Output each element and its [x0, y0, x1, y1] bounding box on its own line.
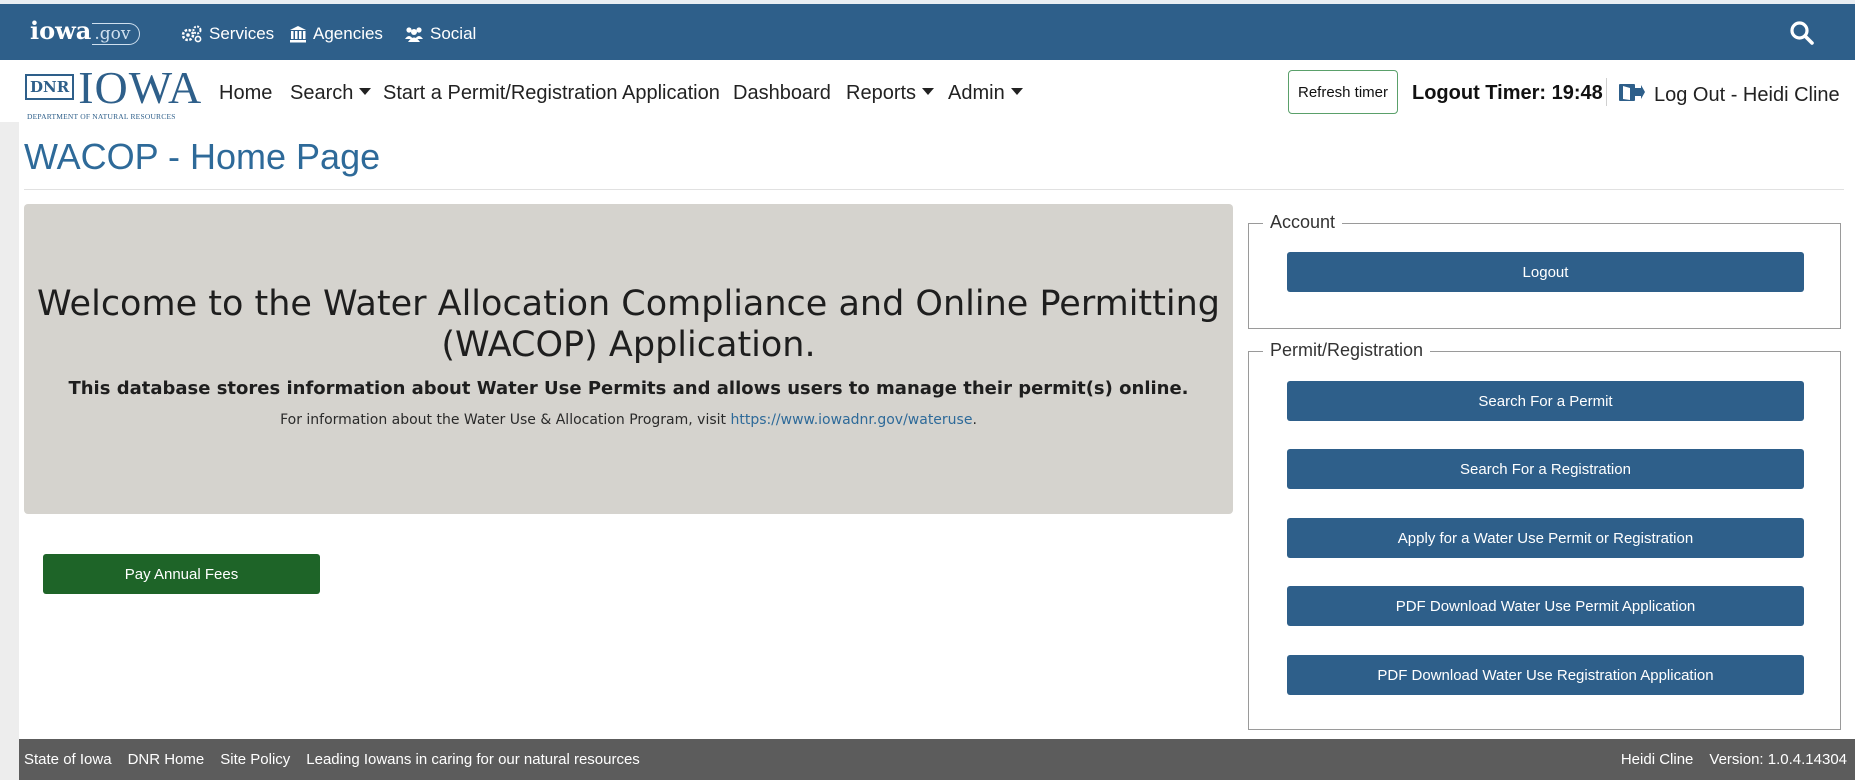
chevron-down-icon — [359, 88, 372, 96]
search-permit-button[interactable]: Search For a Permit — [1287, 381, 1804, 421]
nav-start-application[interactable]: Start a Permit/Registration Application — [383, 82, 720, 105]
nav-home-label: Home — [219, 82, 273, 104]
pdf-permit-application-button[interactable]: PDF Download Water Use Permit Applicatio… — [1287, 586, 1804, 626]
nav-reports-dropdown[interactable]: Reports — [846, 82, 935, 105]
nav-reports-label: Reports — [846, 82, 917, 104]
footer-version: Version: 1.0.4.14304 — [1709, 751, 1847, 768]
account-fieldset: Account Logout — [1248, 212, 1841, 329]
wateruse-link[interactable]: https://www.iowadnr.gov/wateruse — [730, 412, 972, 428]
footer-right: Heidi Cline Version: 1.0.4.14304 — [1621, 751, 1847, 768]
welcome-jumbotron: Welcome to the Water Allocation Complian… — [24, 204, 1233, 514]
title-divider — [24, 189, 1844, 190]
people-icon — [404, 25, 424, 43]
chevron-down-icon — [1010, 88, 1023, 96]
logout-button[interactable]: Logout — [1287, 252, 1804, 292]
search-registration-button[interactable]: Search For a Registration — [1287, 449, 1804, 489]
welcome-lead: This database stores information about W… — [68, 378, 1189, 399]
welcome-info: For information about the Water Use & Al… — [24, 412, 1233, 428]
footer-tagline: Leading Iowans in caring for our natural… — [306, 751, 640, 768]
permit-registration-legend: Permit/Registration — [1263, 340, 1431, 361]
logout-link-label: Log Out - Heidi Cline — [1654, 83, 1840, 106]
iowa-gov-logo[interactable]: iowa .gov — [30, 16, 141, 45]
nav-dashboard[interactable]: Dashboard — [733, 82, 831, 105]
dnr-logo-mark: DNR — [25, 74, 75, 100]
page-title: WACOP - Home Page — [24, 136, 381, 177]
chevron-down-icon — [922, 88, 935, 96]
nav-home[interactable]: Home — [219, 82, 272, 105]
iowa-logo-suffix: .gov — [92, 23, 141, 45]
nav-admin-dropdown[interactable]: Admin — [948, 82, 1023, 105]
social-link[interactable]: Social — [404, 24, 476, 44]
welcome-heading-line1: Welcome to the Water Allocation Complian… — [37, 284, 1220, 324]
welcome-heading: Welcome to the Water Allocation Complian… — [24, 284, 1233, 366]
dnr-logo-word: IOWA — [78, 62, 203, 113]
pay-annual-fees-button[interactable]: Pay Annual Fees — [43, 554, 320, 594]
logout-link[interactable]: Log Out - Heidi Cline — [1618, 82, 1840, 108]
nav-dashboard-label: Dashboard — [733, 82, 831, 104]
services-link[interactable]: Services — [181, 24, 274, 44]
social-label: Social — [430, 24, 477, 43]
navbar-divider — [1606, 78, 1607, 106]
footer-left: State of Iowa DNR Home Site Policy Leadi… — [24, 751, 640, 768]
agencies-link[interactable]: Agencies — [289, 24, 383, 44]
footer-link-site-policy[interactable]: Site Policy — [220, 751, 290, 768]
search-icon[interactable] — [1789, 20, 1815, 51]
apply-permit-registration-button[interactable]: Apply for a Water Use Permit or Registra… — [1287, 518, 1804, 558]
nav-search-dropdown[interactable]: Search — [290, 82, 372, 105]
footer-link-dnr-home[interactable]: DNR Home — [128, 751, 205, 768]
door-exit-icon — [1618, 82, 1646, 108]
agencies-label: Agencies — [313, 24, 383, 43]
iowa-logo-text: iowa — [30, 16, 92, 45]
welcome-info-prefix: For information about the Water Use & Al… — [280, 412, 731, 428]
welcome-heading-line2: (WACOP) Application. — [441, 325, 816, 365]
state-top-bar: iowa .gov Services Agencies Social — [0, 0, 1855, 60]
gears-icon — [181, 25, 203, 43]
footer-link-state-of-iowa[interactable]: State of Iowa — [24, 751, 112, 768]
nav-admin-label: Admin — [948, 82, 1005, 104]
logout-timer: Logout Timer: 19:48 — [1412, 82, 1603, 104]
pdf-registration-application-button[interactable]: PDF Download Water Use Registration Appl… — [1287, 655, 1804, 695]
welcome-info-suffix: . — [972, 412, 977, 428]
nav-start-application-label: Start a Permit/Registration Application — [383, 82, 720, 104]
services-label: Services — [209, 24, 275, 43]
dnr-logo-subtitle: DEPARTMENT OF NATURAL RESOURCES — [27, 112, 176, 121]
footer: State of Iowa DNR Home Site Policy Leadi… — [19, 739, 1855, 780]
refresh-timer-button[interactable]: Refresh timer — [1288, 70, 1398, 114]
nav-search-label: Search — [290, 82, 354, 104]
iowa-dnr-logo[interactable]: DNR IOWA DEPARTMENT OF NATURAL RESOURCES — [25, 65, 202, 121]
footer-user: Heidi Cline — [1620, 751, 1694, 768]
building-icon — [289, 25, 307, 43]
permit-registration-fieldset: Permit/Registration Search For a Permit … — [1248, 340, 1841, 730]
account-legend: Account — [1263, 212, 1343, 233]
